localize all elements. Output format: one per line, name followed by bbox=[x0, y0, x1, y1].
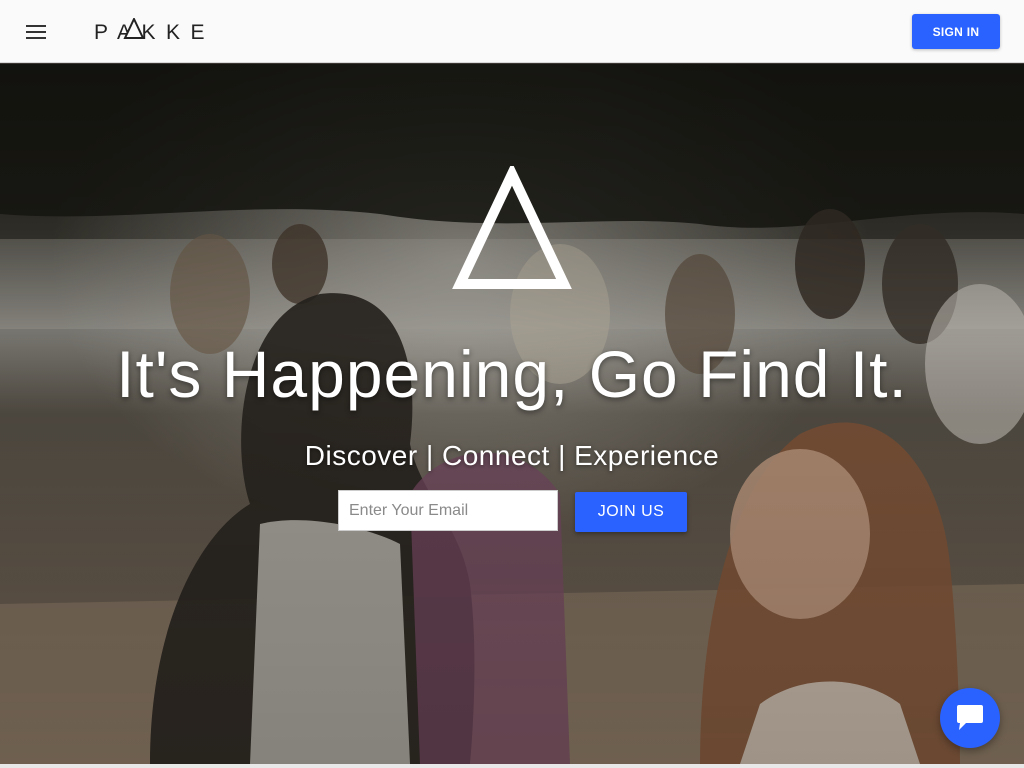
top-navbar: PAKKE SIGN IN bbox=[0, 0, 1024, 63]
chat-button[interactable] bbox=[940, 688, 1000, 748]
logo-wordmark: PAKKE bbox=[94, 21, 212, 44]
page-bottom-edge bbox=[0, 764, 1024, 768]
hero-tagline: Discover | Connect | Experience bbox=[304, 440, 720, 471]
email-input[interactable] bbox=[338, 490, 558, 531]
sign-in-button[interactable]: SIGN IN bbox=[912, 14, 1000, 49]
hero-headline: It's Happening, Go Find It. bbox=[116, 337, 908, 411]
hamburger-menu-icon bbox=[26, 25, 46, 39]
chat-bubble-icon bbox=[957, 705, 983, 730]
triangle-icon bbox=[452, 166, 572, 289]
hero-section: It's Happening, Go Find It. Discover | C… bbox=[0, 64, 1024, 764]
menu-button[interactable] bbox=[20, 16, 52, 48]
join-us-button[interactable]: JOIN US bbox=[575, 492, 687, 532]
pakke-logo[interactable]: PAKKE bbox=[94, 18, 212, 46]
